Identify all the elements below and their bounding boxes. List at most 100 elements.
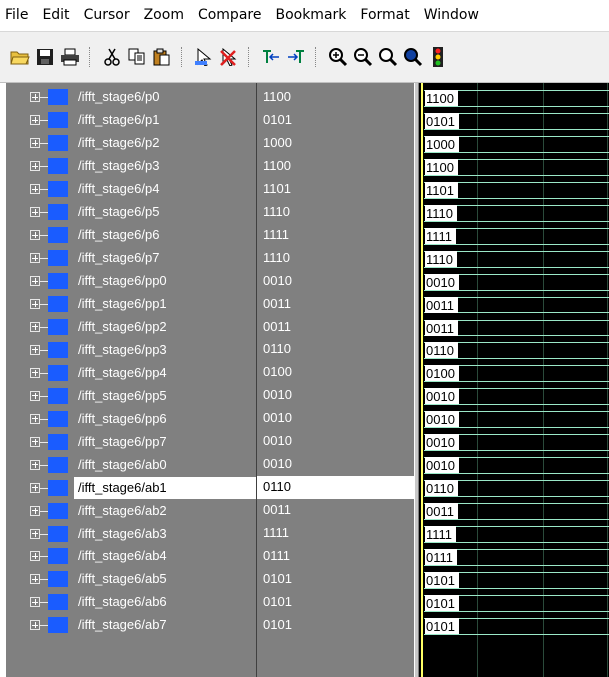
expand-icon[interactable] — [30, 480, 48, 496]
waveform-pane[interactable]: 1100 0101 1000 1100 1101 1110 1111 1110 0010 0011… — [419, 83, 609, 677]
bus-waveform[interactable]: 0111 — [419, 545, 609, 568]
expand-icon[interactable] — [30, 181, 48, 197]
signal-value[interactable]: 0100 — [257, 361, 414, 384]
zoom-full-icon[interactable] — [377, 45, 399, 69]
expand-icon[interactable] — [30, 548, 48, 564]
bus-waveform[interactable]: 0101 — [419, 109, 609, 132]
save-icon[interactable] — [34, 45, 56, 69]
bus-waveform[interactable]: 0100 — [419, 361, 609, 384]
signal-values-pane[interactable]: 1100 0101 1000 1100 1101 1110 1111 1110 0010 0011… — [256, 83, 414, 677]
expand-icon[interactable] — [30, 594, 48, 610]
signal-row[interactable]: /ifft_stage6/ab2 — [6, 499, 256, 522]
signal-value[interactable]: 0110 — [257, 476, 414, 500]
bus-waveform[interactable]: 1110 — [419, 247, 609, 270]
signal-row[interactable]: /ifft_stage6/pp0 — [6, 270, 256, 293]
signal-value[interactable]: 1101 — [257, 178, 414, 201]
bus-waveform[interactable]: 0011 — [419, 293, 609, 316]
stop-icon[interactable] — [427, 45, 449, 69]
expand-icon[interactable] — [30, 296, 48, 312]
open-folder-icon[interactable] — [9, 45, 31, 69]
expand-icon[interactable] — [30, 89, 48, 105]
menu-zoom[interactable]: Zoom — [137, 0, 191, 31]
signal-row[interactable]: /ifft_stage6/pp6 — [6, 407, 256, 430]
expand-icon[interactable] — [30, 617, 48, 633]
signal-row[interactable]: /ifft_stage6/p7 — [6, 247, 256, 270]
signal-row[interactable]: /ifft_stage6/p5 — [6, 201, 256, 224]
find-icon[interactable] — [193, 45, 215, 69]
expand-icon[interactable] — [30, 112, 48, 128]
bus-waveform[interactable]: 0110 — [419, 476, 609, 499]
bus-waveform[interactable]: 0010 — [419, 453, 609, 476]
menu-edit[interactable]: Edit — [35, 0, 76, 31]
bus-waveform[interactable]: 1100 — [419, 155, 609, 178]
bus-waveform[interactable]: 1110 — [419, 201, 609, 224]
zoom-out-icon[interactable] — [352, 45, 374, 69]
signal-value[interactable]: 0111 — [257, 545, 414, 568]
signal-row[interactable]: /ifft_stage6/ab6 — [6, 591, 256, 614]
signal-value[interactable]: 0101 — [257, 614, 414, 637]
bus-waveform[interactable]: 0010 — [419, 270, 609, 293]
expand-icon[interactable] — [30, 457, 48, 473]
menu-compare[interactable]: Compare — [191, 0, 269, 31]
signal-value[interactable]: 1100 — [257, 155, 414, 178]
bus-waveform[interactable]: 0010 — [419, 430, 609, 453]
signal-value[interactable]: 1100 — [257, 86, 414, 109]
signal-row[interactable]: /ifft_stage6/ab0 — [6, 453, 256, 476]
expand-icon[interactable] — [30, 365, 48, 381]
signal-row[interactable]: /ifft_stage6/p0 — [6, 86, 256, 109]
cut-icon[interactable] — [101, 45, 123, 69]
signal-row[interactable]: /ifft_stage6/pp3 — [6, 338, 256, 361]
signal-value[interactable]: 0011 — [257, 316, 414, 339]
delete-cursor-icon[interactable] — [218, 45, 240, 69]
signal-row[interactable]: /ifft_stage6/p4 — [6, 178, 256, 201]
bus-waveform[interactable]: 0010 — [419, 407, 609, 430]
paste-icon[interactable] — [151, 45, 173, 69]
copy-icon[interactable] — [126, 45, 148, 69]
bus-waveform[interactable]: 1100 — [419, 86, 609, 109]
signal-value[interactable]: 0010 — [257, 453, 414, 476]
signal-value[interactable]: 0010 — [257, 407, 414, 430]
expand-icon[interactable] — [30, 571, 48, 587]
signal-value[interactable]: 1000 — [257, 132, 414, 155]
signal-row[interactable]: /ifft_stage6/p1 — [6, 109, 256, 132]
signal-row[interactable]: /ifft_stage6/pp7 — [6, 430, 256, 453]
bus-waveform[interactable]: 0110 — [419, 338, 609, 361]
expand-icon[interactable] — [30, 158, 48, 174]
signal-row[interactable]: /ifft_stage6/pp2 — [6, 316, 256, 339]
signal-value[interactable]: 0010 — [257, 270, 414, 293]
signal-row[interactable]: /ifft_stage6/pp1 — [6, 293, 256, 316]
signal-value[interactable]: 0011 — [257, 499, 414, 522]
expand-icon[interactable] — [30, 273, 48, 289]
zoom-last-icon[interactable] — [402, 45, 424, 69]
expand-icon[interactable] — [30, 135, 48, 151]
signal-row[interactable]: /ifft_stage6/ab7 — [6, 614, 256, 637]
signal-value[interactable]: 1111 — [257, 224, 414, 247]
time-cursor[interactable] — [421, 83, 423, 677]
signal-value[interactable]: 0010 — [257, 430, 414, 453]
expand-icon[interactable] — [30, 342, 48, 358]
signal-row[interactable]: /ifft_stage6/ab5 — [6, 568, 256, 591]
signal-value[interactable]: 0101 — [257, 568, 414, 591]
signal-row[interactable]: /ifft_stage6/p3 — [6, 155, 256, 178]
menu-bookmark[interactable]: Bookmark — [268, 0, 353, 31]
expand-icon[interactable] — [30, 434, 48, 450]
cursor-left-icon[interactable] — [260, 45, 282, 69]
signal-names-pane[interactable]: /ifft_stage6/p0/ifft_stage6/p1/ifft_stag… — [0, 83, 256, 677]
expand-icon[interactable] — [30, 388, 48, 404]
zoom-in-icon[interactable] — [327, 45, 349, 69]
bus-waveform[interactable]: 0101 — [419, 591, 609, 614]
signal-value[interactable]: 1111 — [257, 522, 414, 545]
signal-value[interactable]: 0101 — [257, 591, 414, 614]
signal-value[interactable]: 0010 — [257, 384, 414, 407]
cursor-right-icon[interactable] — [285, 45, 307, 69]
print-icon[interactable] — [59, 45, 81, 69]
signal-row[interactable]: /ifft_stage6/pp5 — [6, 384, 256, 407]
bus-waveform[interactable]: 1000 — [419, 132, 609, 155]
signal-value[interactable]: 0110 — [257, 338, 414, 361]
expand-icon[interactable] — [30, 411, 48, 427]
signal-row[interactable]: /ifft_stage6/p6 — [6, 224, 256, 247]
bus-waveform[interactable]: 1101 — [419, 178, 609, 201]
signal-row[interactable]: /ifft_stage6/ab1 — [6, 476, 256, 499]
signal-row[interactable]: /ifft_stage6/pp4 — [6, 361, 256, 384]
menu-file[interactable]: File — [0, 0, 35, 31]
